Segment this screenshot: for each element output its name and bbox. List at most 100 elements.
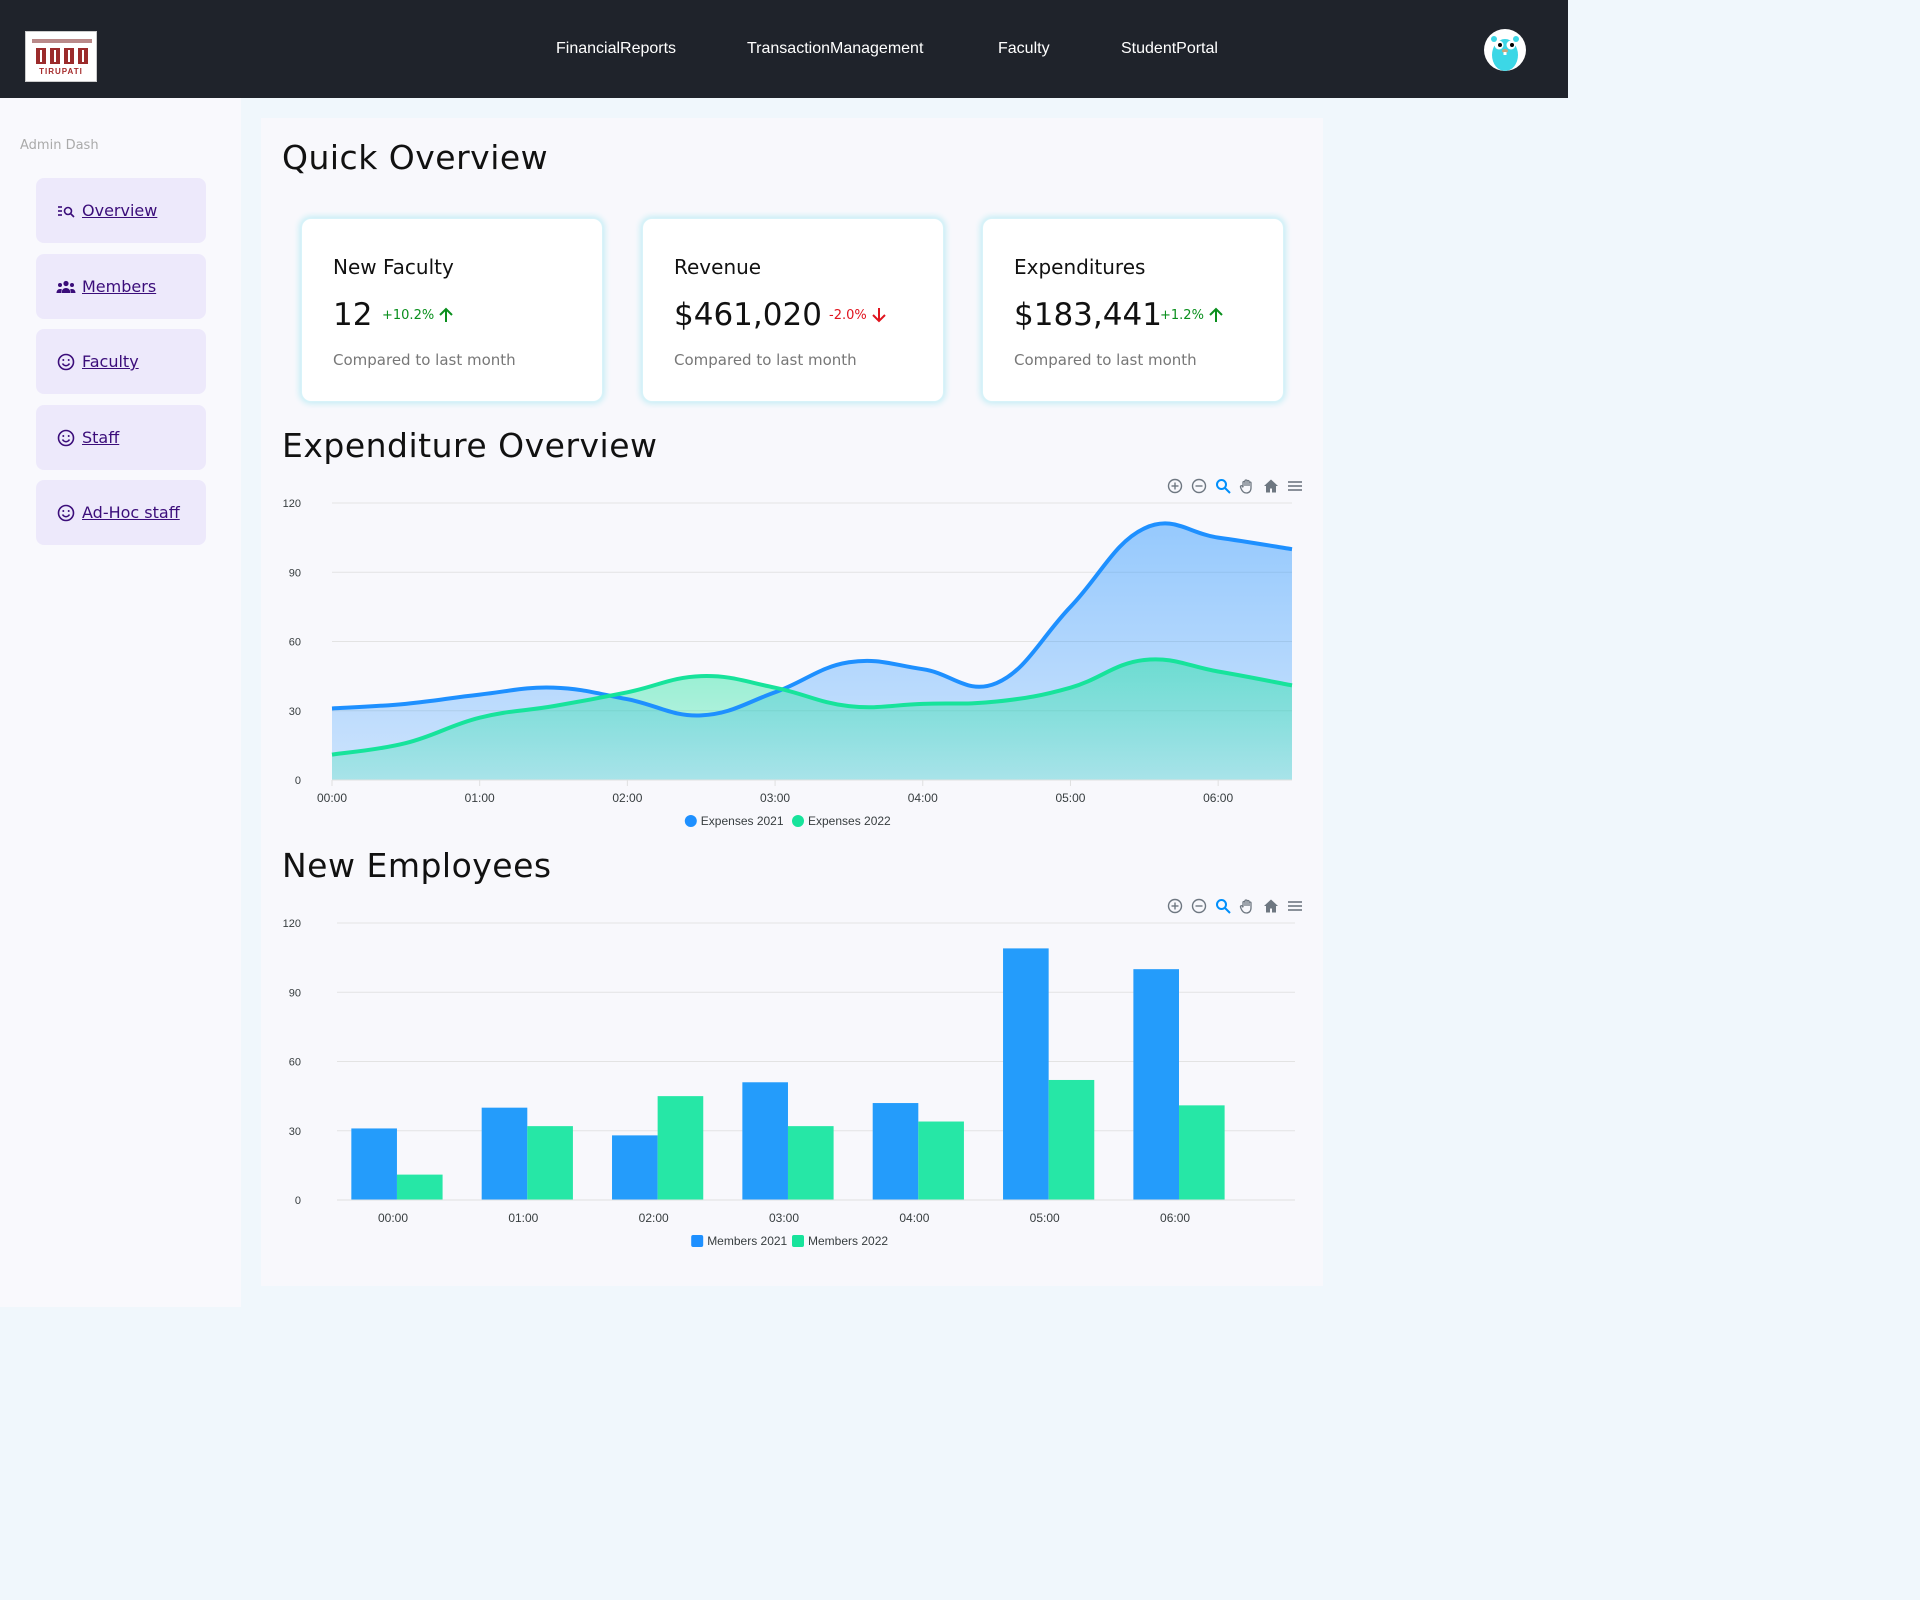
- bar: [657, 1096, 704, 1200]
- x-tick-label: 00:00: [378, 1211, 408, 1225]
- sidebar-item-overview[interactable]: Overview: [36, 178, 206, 243]
- legend-label: Expenses 2021: [701, 814, 784, 828]
- smile-icon: [56, 503, 76, 523]
- university-logo[interactable]: TIRUPATI: [25, 31, 97, 82]
- nav-link-transaction-management[interactable]: TransactionManagement: [747, 40, 923, 58]
- y-tick-label: 120: [283, 498, 301, 510]
- avatar[interactable]: [1484, 29, 1526, 71]
- group-icon: [56, 277, 76, 297]
- card-subtext: Compared to last month: [1014, 351, 1197, 369]
- expenditure-area-chart: 0 30 60 90 120 00:00 01:00 02:00 03:00 04:00 05:00…: [283, 498, 1293, 828]
- y-tick-label: 60: [289, 637, 301, 649]
- logo-building-icon: [50, 48, 60, 64]
- x-tick-label: 01:00: [508, 1211, 538, 1225]
- sidebar-item-label: Overview: [82, 201, 158, 220]
- card-value: $183,441: [1014, 297, 1162, 333]
- bar: [1178, 1105, 1225, 1200]
- x-tick-label: 06:00: [1160, 1211, 1190, 1225]
- delta-text: -2.0%: [829, 307, 867, 323]
- sidebar: Admin Dash Overview Members Faculty Staf…: [0, 98, 241, 1307]
- x-tick-label: 01:00: [465, 791, 495, 805]
- x-tick-label: 00:00: [317, 791, 347, 805]
- arrow-up-icon: [1209, 307, 1223, 322]
- bar: [1003, 948, 1049, 1200]
- stat-card-revenue: Revenue $461,020 -2.0% Compared to last …: [642, 218, 944, 402]
- bar: [742, 1082, 788, 1200]
- sidebar-item-members[interactable]: Members: [36, 254, 206, 319]
- card-delta: -2.0%: [829, 306, 888, 324]
- gopher-avatar-icon: [1491, 36, 1519, 71]
- sidebar-item-label: Ad-Hoc staff: [82, 503, 180, 522]
- bar: [918, 1121, 964, 1200]
- bar: [787, 1126, 834, 1200]
- bar: [396, 1174, 443, 1200]
- stat-card-new-faculty: New Faculty 12 +10.2% Compared to last m…: [301, 218, 603, 402]
- card-delta: +1.2%: [1160, 306, 1225, 324]
- logo-building-icon: [64, 48, 74, 64]
- card-delta: +10.2%: [382, 306, 455, 324]
- nav-link-faculty[interactable]: Faculty: [998, 40, 1050, 58]
- nav-link-financial-reports[interactable]: FinancialReports: [556, 40, 676, 58]
- legend-label: Members 2021: [707, 1234, 787, 1248]
- bar: [1048, 1079, 1095, 1200]
- page-title: Quick Overview: [282, 138, 549, 177]
- x-tick-label: 02:00: [612, 791, 642, 805]
- sidebar-item-label: Staff: [82, 428, 120, 447]
- delta-text: +1.2%: [1160, 307, 1204, 323]
- bar: [612, 1135, 658, 1200]
- delta-text: +10.2%: [382, 307, 435, 323]
- smile-icon: [56, 352, 76, 372]
- sidebar-item-label: Faculty: [82, 352, 139, 371]
- x-tick-label: 03:00: [769, 1211, 799, 1225]
- y-tick-label: 30: [289, 1126, 301, 1138]
- logo-text: TIRUPATI: [39, 67, 83, 76]
- x-tick-label: 02:00: [639, 1211, 669, 1225]
- employees-bar-chart: 0 30 60 90 120 00:00 01:00 02:00 03:00 04:00 05:00…: [283, 918, 1295, 1248]
- sidebar-item-label: Members: [82, 277, 157, 296]
- y-tick-label: 90: [289, 567, 301, 579]
- legend-label: Expenses 2022: [808, 814, 891, 828]
- sidebar-item-ad-hoc-staff[interactable]: Ad-Hoc staff: [36, 480, 206, 545]
- arrow-down-icon: [872, 308, 886, 323]
- y-tick-label: 120: [283, 918, 301, 930]
- bar: [481, 1107, 528, 1200]
- nav-link-student-portal[interactable]: StudentPortal: [1121, 40, 1218, 58]
- x-tick-label: 03:00: [760, 791, 790, 805]
- top-navbar: TIRUPATI FinancialReports TransactionMan…: [0, 0, 1568, 98]
- sidebar-item-staff[interactable]: Staff: [36, 405, 206, 470]
- y-tick-label: 30: [289, 706, 301, 718]
- x-tick-label: 04:00: [908, 791, 938, 805]
- legend-marker: [792, 1235, 804, 1247]
- x-tick-label: 04:00: [899, 1211, 929, 1225]
- stat-card-expenditures: Expenditures $183,441 +1.2% Compared to …: [982, 218, 1284, 402]
- legend-marker: [684, 815, 697, 827]
- x-tick-label: 05:00: [1055, 791, 1085, 805]
- card-subtext: Compared to last month: [333, 351, 516, 369]
- card-subtext: Compared to last month: [674, 351, 857, 369]
- smile-icon: [56, 428, 76, 448]
- bar: [527, 1126, 573, 1200]
- bar: [351, 1128, 397, 1200]
- card-title: Revenue: [674, 255, 762, 279]
- legend-label: Members 2022: [808, 1234, 888, 1248]
- card-value: 12: [333, 297, 373, 333]
- logo-building-icon: [78, 48, 88, 64]
- card-title: Expenditures: [1014, 255, 1146, 279]
- main-panel: Quick Overview New Faculty 12 +10.2% Com…: [261, 118, 1323, 1286]
- logo-building-icon: [36, 48, 46, 64]
- arrow-up-icon: [439, 307, 453, 322]
- legend-marker: [792, 815, 804, 827]
- y-tick-label: 60: [289, 1057, 301, 1069]
- search-list-icon: [56, 201, 76, 221]
- x-tick-label: 05:00: [1030, 1211, 1060, 1225]
- card-value: $461,020: [674, 297, 822, 333]
- bar: [872, 1103, 919, 1200]
- y-tick-label: 0: [295, 775, 301, 787]
- legend-marker: [691, 1235, 704, 1247]
- y-tick-label: 90: [289, 987, 301, 999]
- logo-script-line: [32, 39, 92, 43]
- bar: [1133, 969, 1179, 1200]
- employees-chart-title: New Employees: [282, 846, 552, 885]
- sidebar-item-faculty[interactable]: Faculty: [36, 329, 206, 394]
- y-tick-label: 0: [295, 1195, 301, 1207]
